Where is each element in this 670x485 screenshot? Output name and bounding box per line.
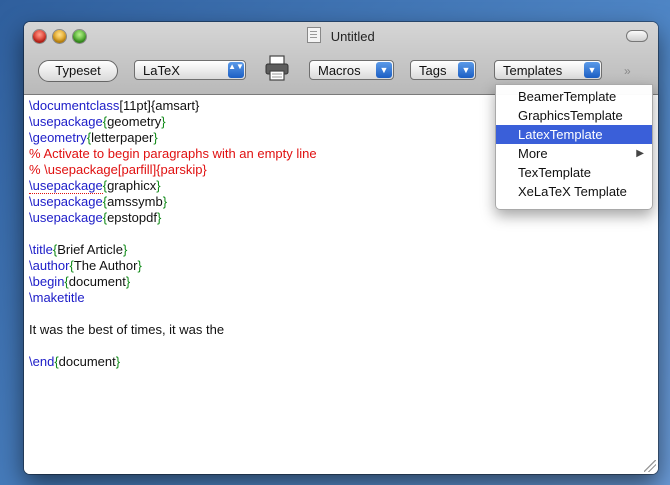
editor-line: \end{document} — [29, 354, 121, 369]
editor-line: % \usepackage[parfill]{parskip} — [29, 162, 207, 177]
menu-item-xelatex-template[interactable]: XeLaTeX Template — [496, 182, 652, 201]
editor-line: \usepackage{epstopdf} — [29, 210, 162, 225]
typeset-button[interactable]: Typeset — [38, 60, 118, 82]
editor-line: \documentclass[11pt]{amsart} — [29, 98, 200, 113]
chevron-down-icon: ▼ — [376, 62, 392, 78]
resize-grip-icon[interactable] — [644, 460, 656, 472]
typeset-label: Typeset — [55, 63, 101, 78]
updown-arrow-icon: ▲▼ — [228, 62, 244, 78]
format-select[interactable]: LaTeX ▲▼ — [134, 60, 246, 80]
menu-item-more[interactable]: More ▶ — [496, 144, 652, 163]
editor-line: \maketitle — [29, 290, 85, 305]
editor-line: It was the best of times, it was the — [29, 322, 225, 337]
editor-line: \usepackage{geometry} — [29, 114, 166, 129]
editor-line: \title{Brief Article} — [29, 242, 128, 257]
format-select-value: LaTeX — [143, 63, 180, 78]
tags-label: Tags — [419, 63, 447, 78]
toolbar-overflow-icon[interactable]: » — [624, 64, 631, 78]
submenu-arrow-icon: ▶ — [636, 148, 644, 159]
editor-line: \usepackage{amssymb} — [29, 194, 168, 209]
editor-line: \geometry{letterpaper} — [29, 130, 158, 145]
macros-button[interactable]: Macros ▼ — [309, 60, 394, 80]
toolbar-toggle-button[interactable] — [626, 30, 648, 42]
templates-button[interactable]: Templates ▼ — [494, 60, 602, 80]
menu-item-tex-template[interactable]: TexTemplate — [496, 163, 652, 182]
chevron-down-icon: ▼ — [458, 62, 474, 78]
window-title: Untitled — [330, 29, 375, 44]
macros-label: Macros — [318, 63, 361, 78]
templates-label: Templates — [503, 63, 563, 78]
editor-line: \author{The Author} — [29, 258, 142, 273]
menu-item-latex-template[interactable]: LatexTemplate — [496, 125, 652, 144]
editor-line: \usepackage{graphicx} — [29, 178, 161, 194]
document-icon — [307, 27, 322, 43]
chevron-down-icon: ▼ — [584, 62, 600, 78]
printer-icon[interactable] — [264, 54, 290, 82]
window-title-bar: Untitled — [24, 27, 658, 46]
menu-item-beamer-template[interactable]: BeamerTemplate — [496, 87, 652, 106]
templates-dropdown-menu: BeamerTemplate GraphicsTemplate LatexTem… — [495, 84, 653, 210]
editor-line: % Activate to begin paragraphs with an e… — [29, 146, 317, 161]
menu-item-graphics-template[interactable]: GraphicsTemplate — [496, 106, 652, 125]
editor-line: \begin{document} — [29, 274, 131, 289]
tags-button[interactable]: Tags ▼ — [410, 60, 476, 80]
